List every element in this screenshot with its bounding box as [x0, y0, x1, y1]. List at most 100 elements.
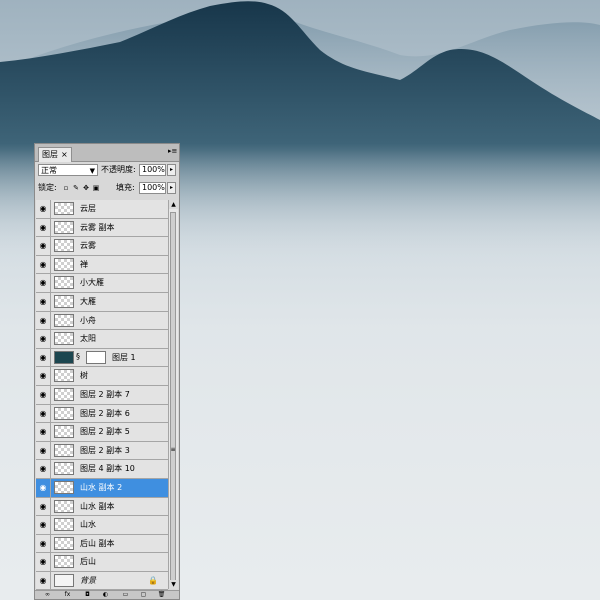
layer-name: 图层 2 副本 3	[80, 445, 130, 455]
add-mask-icon[interactable]: ◘	[83, 591, 92, 599]
layer-row[interactable]: ◉ 后山 副本	[36, 534, 168, 554]
eye-icon[interactable]: ◉	[36, 385, 51, 404]
adjustment-layer-icon[interactable]: ◐	[101, 591, 110, 599]
layer-thumbnail[interactable]	[54, 425, 74, 439]
tab-layers[interactable]: 图层 ×	[38, 147, 72, 162]
lock-move-icon[interactable]: ✥	[82, 184, 90, 192]
layer-row[interactable]: ◉ 云层	[36, 200, 168, 219]
layer-thumbnail[interactable]	[54, 220, 74, 234]
new-group-icon[interactable]: ▭	[121, 591, 130, 599]
eye-icon[interactable]: ◉	[36, 348, 51, 367]
layer-name: 背景	[80, 575, 96, 585]
scroll-down-icon[interactable]: ▼	[169, 580, 178, 589]
eye-icon[interactable]: ◉	[36, 200, 51, 218]
layer-thumbnail[interactable]	[54, 499, 74, 513]
layer-thumbnail[interactable]	[54, 239, 74, 253]
layer-row[interactable]: ◉ 大雁	[36, 292, 168, 312]
lock-brush-icon[interactable]: ✎	[72, 184, 80, 192]
layer-thumbnail[interactable]	[54, 369, 74, 383]
layer-row[interactable]: ◉ 山水	[36, 516, 168, 535]
layer-name: 太阳	[80, 334, 96, 344]
layer-thumbnail[interactable]	[54, 443, 74, 457]
layer-style-icon[interactable]: fx	[63, 591, 72, 599]
eye-icon[interactable]: ◉	[36, 255, 51, 274]
layer-thumbnail[interactable]	[54, 406, 74, 420]
layer-thumbnail[interactable]	[54, 536, 74, 550]
eye-icon[interactable]: ◉	[36, 497, 51, 516]
eye-icon[interactable]: ◉	[36, 218, 51, 237]
layer-row[interactable]: ◉ 图层 4 副本 10	[36, 460, 168, 479]
blend-mode-select[interactable]: 正常 ▼	[38, 164, 98, 176]
layer-thumbnail[interactable]	[54, 387, 74, 401]
layer-row[interactable]: ◉ 图层 2 副本 3	[36, 441, 168, 461]
layer-row[interactable]: ◉ 云雾	[36, 237, 168, 256]
eye-icon[interactable]: ◉	[36, 441, 51, 460]
layer-row[interactable]: ◉ 树	[36, 367, 168, 386]
layer-name: 图层 1	[112, 352, 136, 362]
layer-thumbnail[interactable]	[54, 350, 74, 364]
layer-row[interactable]: ◉ 图层 2 副本 7	[36, 385, 168, 405]
fill-arrow-icon[interactable]: ▸	[167, 182, 176, 194]
eye-icon[interactable]: ◉	[36, 311, 51, 330]
layer-row[interactable]: ◉ § 图层 1	[36, 348, 168, 368]
scroll-thumb[interactable]	[170, 212, 176, 586]
layer-row[interactable]: ◉ 背景 🔒	[36, 571, 168, 591]
eye-icon[interactable]: ◉	[36, 367, 51, 385]
layer-mask-thumbnail[interactable]	[86, 350, 106, 364]
layer-row[interactable]: ◉ 小舟	[36, 311, 168, 331]
lock-fill-row: 锁定: ▫ ✎ ✥ ▣ 填充: 100% ▸	[38, 181, 176, 196]
lock-all-icon[interactable]: ▣	[92, 184, 100, 192]
layer-name: 山水	[80, 520, 96, 530]
fill-field[interactable]: 100%	[139, 182, 166, 194]
layer-thumbnail[interactable]	[54, 257, 74, 271]
fill-label: 填充:	[116, 183, 135, 192]
layer-thumbnail[interactable]	[54, 555, 74, 569]
blend-mode-value: 正常	[41, 166, 57, 175]
tab-layers-label: 图层	[42, 150, 58, 159]
layer-row[interactable]: ◉ 山水 副本	[36, 497, 168, 517]
eye-icon[interactable]: ◉	[36, 516, 51, 534]
eye-icon[interactable]: ◉	[36, 478, 51, 497]
mask-link-icon[interactable]: §	[76, 352, 80, 361]
eye-icon[interactable]: ◉	[36, 553, 51, 571]
layer-row[interactable]: ◉ 云雾 副本	[36, 218, 168, 238]
layer-name: 山水 副本 2	[80, 482, 123, 492]
layer-thumbnail[interactable]	[54, 573, 74, 587]
close-icon[interactable]: ×	[61, 150, 68, 159]
layer-row[interactable]: ◉ 图层 2 副本 5	[36, 423, 168, 442]
opacity-field[interactable]: 100%	[139, 164, 166, 176]
link-layers-icon[interactable]: ∞	[43, 591, 52, 599]
layer-thumbnail[interactable]	[54, 294, 74, 308]
eye-icon[interactable]: ◉	[36, 237, 51, 255]
layer-row[interactable]: ◉ 图层 2 副本 6	[36, 404, 168, 424]
layer-row[interactable]: ◉ 太阳	[36, 330, 168, 349]
delete-layer-icon[interactable]: 🗑	[157, 591, 166, 599]
layer-row[interactable]: ◉ 山水 副本 2	[36, 478, 168, 498]
eye-icon[interactable]: ◉	[36, 534, 51, 553]
layer-row[interactable]: ◉ 后山	[36, 553, 168, 572]
eye-icon[interactable]: ◉	[36, 404, 51, 423]
layer-thumbnail[interactable]	[54, 332, 74, 346]
layer-thumbnail[interactable]	[54, 518, 74, 532]
layer-row[interactable]: ◉ 禅	[36, 255, 168, 275]
layer-thumbnail[interactable]	[54, 276, 74, 290]
eye-icon[interactable]: ◉	[36, 571, 51, 590]
eye-icon[interactable]: ◉	[36, 292, 51, 311]
layer-name: 图层 4 副本 10	[80, 464, 135, 474]
eye-icon[interactable]: ◉	[36, 423, 51, 441]
layer-name: 图层 2 副本 5	[80, 427, 130, 437]
lock-transparency-icon[interactable]: ▫	[62, 184, 70, 192]
layer-thumbnail[interactable]	[54, 313, 74, 327]
layer-list-scrollbar[interactable]: ▲ ≡ ▼	[168, 200, 178, 589]
new-layer-icon[interactable]: ▢	[139, 591, 148, 599]
eye-icon[interactable]: ◉	[36, 460, 51, 478]
opacity-arrow-icon[interactable]: ▸	[167, 164, 176, 176]
layer-thumbnail[interactable]	[54, 480, 74, 494]
scroll-up-icon[interactable]: ▲	[169, 200, 178, 209]
eye-icon[interactable]: ◉	[36, 274, 51, 292]
eye-icon[interactable]: ◉	[36, 330, 51, 348]
panel-menu-icon[interactable]: ▸≡	[168, 147, 177, 156]
layer-thumbnail[interactable]	[54, 202, 74, 215]
layer-thumbnail[interactable]	[54, 462, 74, 476]
layer-row[interactable]: ◉ 小大雁	[36, 274, 168, 293]
